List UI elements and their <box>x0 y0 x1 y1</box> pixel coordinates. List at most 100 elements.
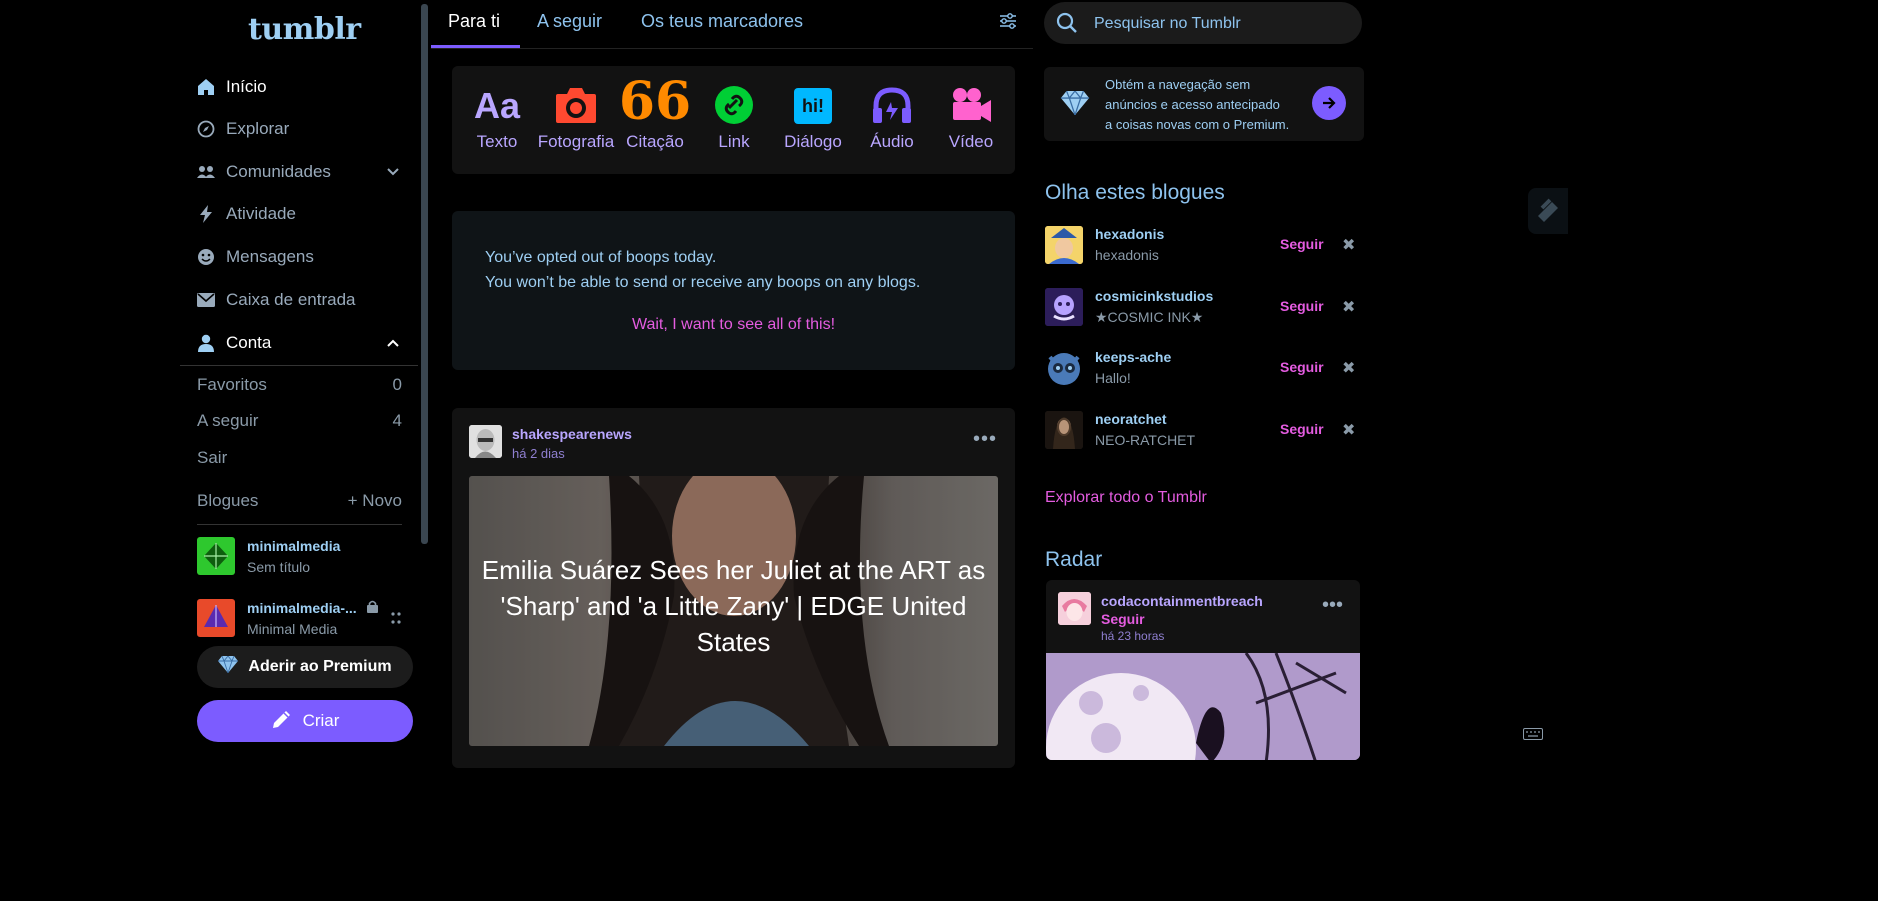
active-tab-indicator <box>431 45 520 48</box>
sliders-icon[interactable] <box>998 11 1018 36</box>
chevron-down-icon[interactable] <box>386 164 400 184</box>
blog-name: cosmicinkstudios <box>1095 288 1214 304</box>
blog-avatar <box>1045 288 1083 326</box>
join-premium-label: Aderir ao Premium <box>248 658 392 675</box>
post-card: shakespearenews há 2 dias ••• Emilia Suá… <box>452 408 1015 768</box>
envelope-icon <box>196 290 216 310</box>
boops-notice: You’ve opted out of boops today. You won… <box>452 211 1015 370</box>
post-type-label: Link <box>718 132 750 151</box>
blog-name: minimalmedia-... <box>247 600 357 616</box>
premium-promo[interactable]: Obtém a navegação sem anúncios e acesso … <box>1044 67 1364 141</box>
headphones-icon <box>853 84 931 124</box>
nav-communities[interactable]: Comunidades <box>196 154 406 190</box>
boops-see-all-link[interactable]: Wait, I want to see all of this! <box>452 316 1015 334</box>
nav-messages[interactable]: Mensagens <box>196 239 406 275</box>
explore-all-link[interactable]: Explorar todo o Tumblr <box>1045 489 1207 507</box>
blog-avatar <box>197 599 235 637</box>
close-icon[interactable]: ✖ <box>1342 297 1355 317</box>
blog-name: minimalmedia <box>247 538 341 554</box>
drag-handle-icon[interactable] <box>390 611 402 630</box>
nav-inbox[interactable]: Caixa de entrada <box>196 282 406 318</box>
follow-button[interactable]: Seguir <box>1280 298 1324 314</box>
close-icon[interactable]: ✖ <box>1342 420 1355 440</box>
post-type-label: Fotografia <box>537 132 615 151</box>
post-type-link[interactable]: Link <box>695 84 773 152</box>
nav-explore[interactable]: Explorar <box>196 111 406 147</box>
likes-count: 0 <box>392 375 402 394</box>
arrow-right-icon[interactable] <box>1312 86 1346 120</box>
more-options-icon[interactable]: ••• <box>973 428 997 451</box>
blog-item-minimalmedia-private[interactable]: minimalmedia-... Minimal Media <box>197 599 412 643</box>
blog-title: NEO-RATCHET <box>1095 432 1196 448</box>
post-type-chat[interactable]: hi! Diálogo <box>774 84 852 152</box>
chevron-up-icon[interactable] <box>386 335 400 355</box>
keyboard-icon[interactable] <box>1523 727 1543 745</box>
radar-blog-name[interactable]: codacontainmentbreach <box>1101 593 1263 609</box>
post-type-quote[interactable]: 66 Citação <box>616 71 694 152</box>
post-type-text[interactable]: Aa Texto <box>458 84 536 152</box>
smiley-icon <box>196 247 216 267</box>
logout-link[interactable]: Sair <box>197 448 402 468</box>
post-link-preview[interactable]: Emilia Suárez Sees her Juliet at the ART… <box>469 476 998 746</box>
post-composer: Aa Texto Fotografia 66 Citação Link hi! <box>452 66 1015 174</box>
blog-title: ★COSMIC INK★ <box>1095 309 1204 325</box>
more-options-icon[interactable]: ••• <box>1322 594 1343 617</box>
create-button[interactable]: Criar <box>197 700 413 742</box>
compass-icon <box>196 119 216 139</box>
radar-follow-button[interactable]: Seguir <box>1101 611 1145 627</box>
blogs-divider <box>197 524 402 525</box>
search-bar <box>1044 2 1362 46</box>
nav-explore-label: Explorar <box>226 119 290 138</box>
new-blog-link[interactable]: + Novo <box>348 491 402 511</box>
post-type-label: Vídeo <box>948 132 994 151</box>
quote-icon: 66 <box>618 71 692 132</box>
blogs-header: Blogues + Novo <box>197 491 402 511</box>
nav-account[interactable]: Conta <box>196 325 406 361</box>
blog-avatar[interactable] <box>1058 592 1091 625</box>
post-type-photo[interactable]: Fotografia <box>537 84 615 152</box>
likes-link[interactable]: Favoritos 0 <box>197 375 402 395</box>
close-icon[interactable]: ✖ <box>1342 235 1355 255</box>
tab-tags[interactable]: Os teus marcadores <box>641 11 803 32</box>
search-input[interactable] <box>1092 2 1356 46</box>
logout-label: Sair <box>197 448 228 467</box>
tumblr-logo[interactable]: tumblr <box>248 12 361 47</box>
nav-activity[interactable]: Atividade <box>196 196 406 232</box>
search-icon <box>1056 12 1078 39</box>
following-link[interactable]: A seguir 4 <box>197 411 402 431</box>
blog-item-minimalmedia[interactable]: minimalmedia Sem título <box>197 537 412 581</box>
recommended-blog[interactable]: neoratchet NEO-RATCHET Seguir ✖ <box>1045 411 1365 453</box>
nav-home[interactable]: Início <box>196 69 406 105</box>
blog-avatar <box>1045 411 1083 449</box>
video-camera-icon <box>932 84 1010 124</box>
recommended-blog[interactable]: cosmicinkstudios ★COSMIC INK★ Seguir ✖ <box>1045 288 1365 330</box>
nav-communities-label: Comunidades <box>226 162 331 181</box>
join-premium-button[interactable]: Aderir ao Premium <box>197 646 413 688</box>
floating-edge-widget[interactable] <box>1528 188 1568 234</box>
follow-button[interactable]: Seguir <box>1280 421 1324 437</box>
blog-name: hexadonis <box>1095 226 1165 242</box>
follow-button[interactable]: Seguir <box>1280 359 1324 375</box>
following-count: 4 <box>392 411 402 430</box>
recommended-blog[interactable]: hexadonis hexadonis Seguir ✖ <box>1045 226 1365 268</box>
tab-following[interactable]: A seguir <box>537 11 602 32</box>
left-sidebar: tumblr Início Explorar Comunidades Ativi… <box>0 0 430 752</box>
follow-button[interactable]: Seguir <box>1280 236 1324 252</box>
people-icon <box>196 162 216 182</box>
chat-bubble-icon: hi! <box>774 84 852 124</box>
close-icon[interactable]: ✖ <box>1342 358 1355 378</box>
lock-icon <box>367 600 378 618</box>
blog-avatar <box>197 537 235 575</box>
post-blog-name[interactable]: shakespearenews <box>512 426 632 442</box>
blog-avatar <box>1045 226 1083 264</box>
right-sidebar: Obtém a navegação sem anúncios e acesso … <box>1044 0 1365 760</box>
tab-for-you[interactable]: Para ti <box>448 11 500 32</box>
post-type-audio[interactable]: Áudio <box>853 84 931 152</box>
post-avatar[interactable] <box>469 425 502 458</box>
radar-image[interactable] <box>1046 653 1360 760</box>
sidebar-scrollbar[interactable] <box>421 4 428 544</box>
post-type-video[interactable]: Vídeo <box>932 84 1010 152</box>
feed-tabs: Para ti A seguir Os teus marcadores <box>431 0 1033 49</box>
promo-text: Obtém a navegação sem anúncios e acesso … <box>1105 77 1290 132</box>
recommended-blog[interactable]: keeps-ache Hallo! Seguir ✖ <box>1045 349 1365 391</box>
